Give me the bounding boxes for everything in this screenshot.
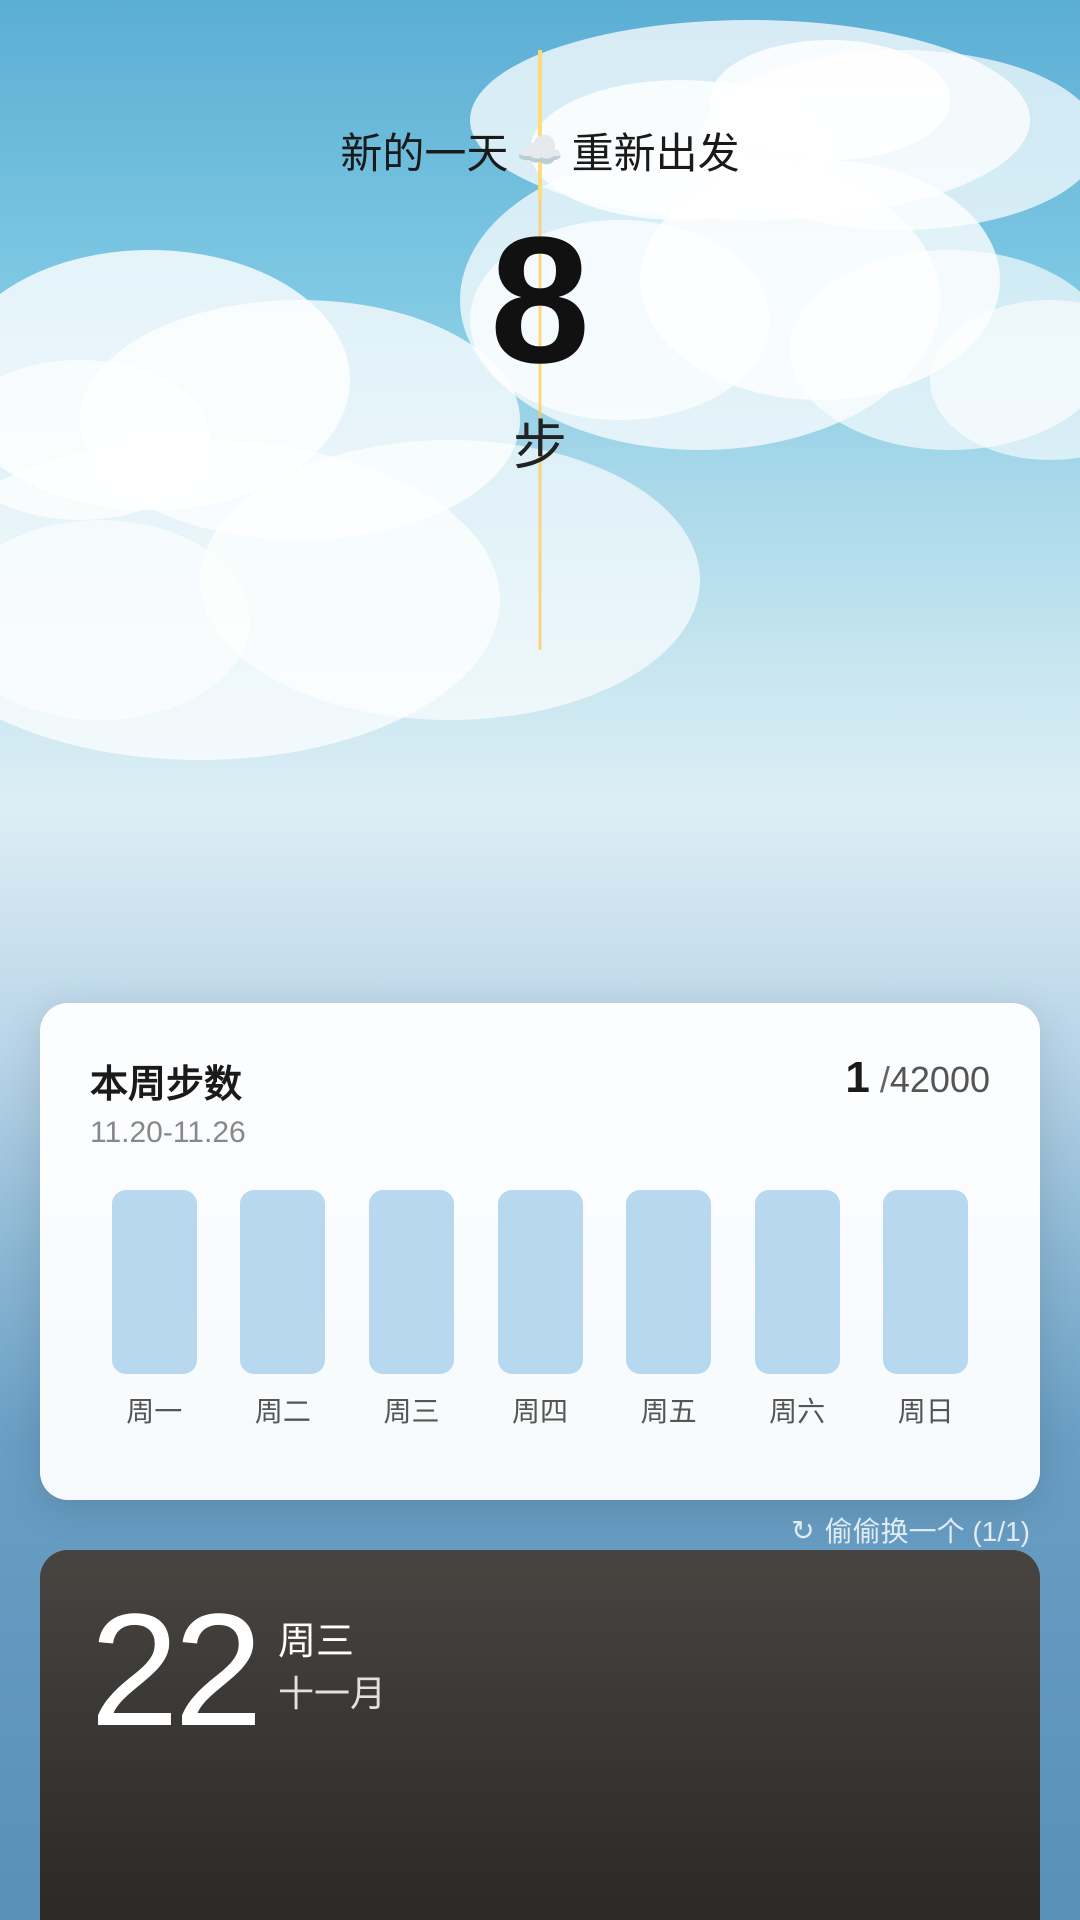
bars-container: 周一 周二 周三 周四 周五 周六 周日 [90, 1190, 990, 1430]
bar-label: 周六 [769, 1390, 825, 1430]
refresh-hint[interactable]: ↻ 偷偷换一个 (1/1) [791, 1510, 1030, 1550]
bar-item: 周二 [219, 1190, 348, 1430]
bar-item: 周六 [733, 1190, 862, 1430]
bar-item: 周三 [347, 1190, 476, 1430]
top-section: 新的一天 ☁️ 重新出发 8 步 [340, 0, 739, 520]
card-header: 本周步数 1 /42000 [90, 1053, 990, 1108]
steps-card-section: 本周步数 1 /42000 11.20-11.26 周一 周二 周三 周四 周五 周六 周日 [40, 1003, 1040, 1500]
bar-fill [498, 1190, 583, 1374]
card-title: 本周步数 [90, 1053, 242, 1108]
bar-item: 周一 [90, 1190, 219, 1430]
cloud-icon: ☁️ [516, 129, 563, 173]
refresh-label: 偷偷换一个 (1/1) [825, 1510, 1030, 1550]
card-total: 1 /42000 [845, 1053, 990, 1103]
motto-main: 新的一天 [340, 120, 508, 181]
date-month: 十一月 [278, 1665, 386, 1717]
steps-card[interactable]: 本周步数 1 /42000 11.20-11.26 周一 周二 周三 周四 周五 周六 周日 [40, 1003, 1040, 1500]
date-info: 周三 十一月 [278, 1590, 386, 1717]
steps-current: 1 [845, 1053, 869, 1102]
bottom-date-card[interactable]: 22 周三 十一月 [40, 1550, 1040, 1920]
bar-label: 周五 [641, 1390, 697, 1430]
bar-item: 周日 [861, 1190, 990, 1430]
bar-label: 周三 [383, 1390, 439, 1430]
bar-fill [755, 1190, 840, 1374]
steps-divider: / [870, 1059, 890, 1100]
bar-fill [112, 1190, 197, 1374]
bar-label: 周一 [126, 1390, 182, 1430]
motto-suffix: 重新出发 [572, 120, 740, 181]
date-number: 22 [90, 1590, 258, 1750]
bottom-card-content: 22 周三 十一月 [40, 1550, 1040, 1790]
bar-label: 周四 [512, 1390, 568, 1430]
bar-fill [883, 1190, 968, 1374]
step-count-display: 8 [490, 211, 590, 391]
bar-item: 周四 [476, 1190, 605, 1430]
bar-fill [240, 1190, 325, 1374]
bar-fill [369, 1190, 454, 1374]
bar-label: 周日 [898, 1390, 954, 1430]
step-unit-label: 步 [513, 401, 567, 480]
bar-item: 周五 [604, 1190, 733, 1430]
date-weekday: 周三 [278, 1610, 386, 1665]
motto-text: 新的一天 ☁️ 重新出发 [340, 120, 739, 181]
bar-label: 周二 [255, 1390, 311, 1430]
refresh-icon: ↻ [791, 1514, 814, 1547]
card-date: 11.20-11.26 [90, 1116, 990, 1150]
bar-fill [626, 1190, 711, 1374]
steps-max: 42000 [890, 1059, 990, 1100]
